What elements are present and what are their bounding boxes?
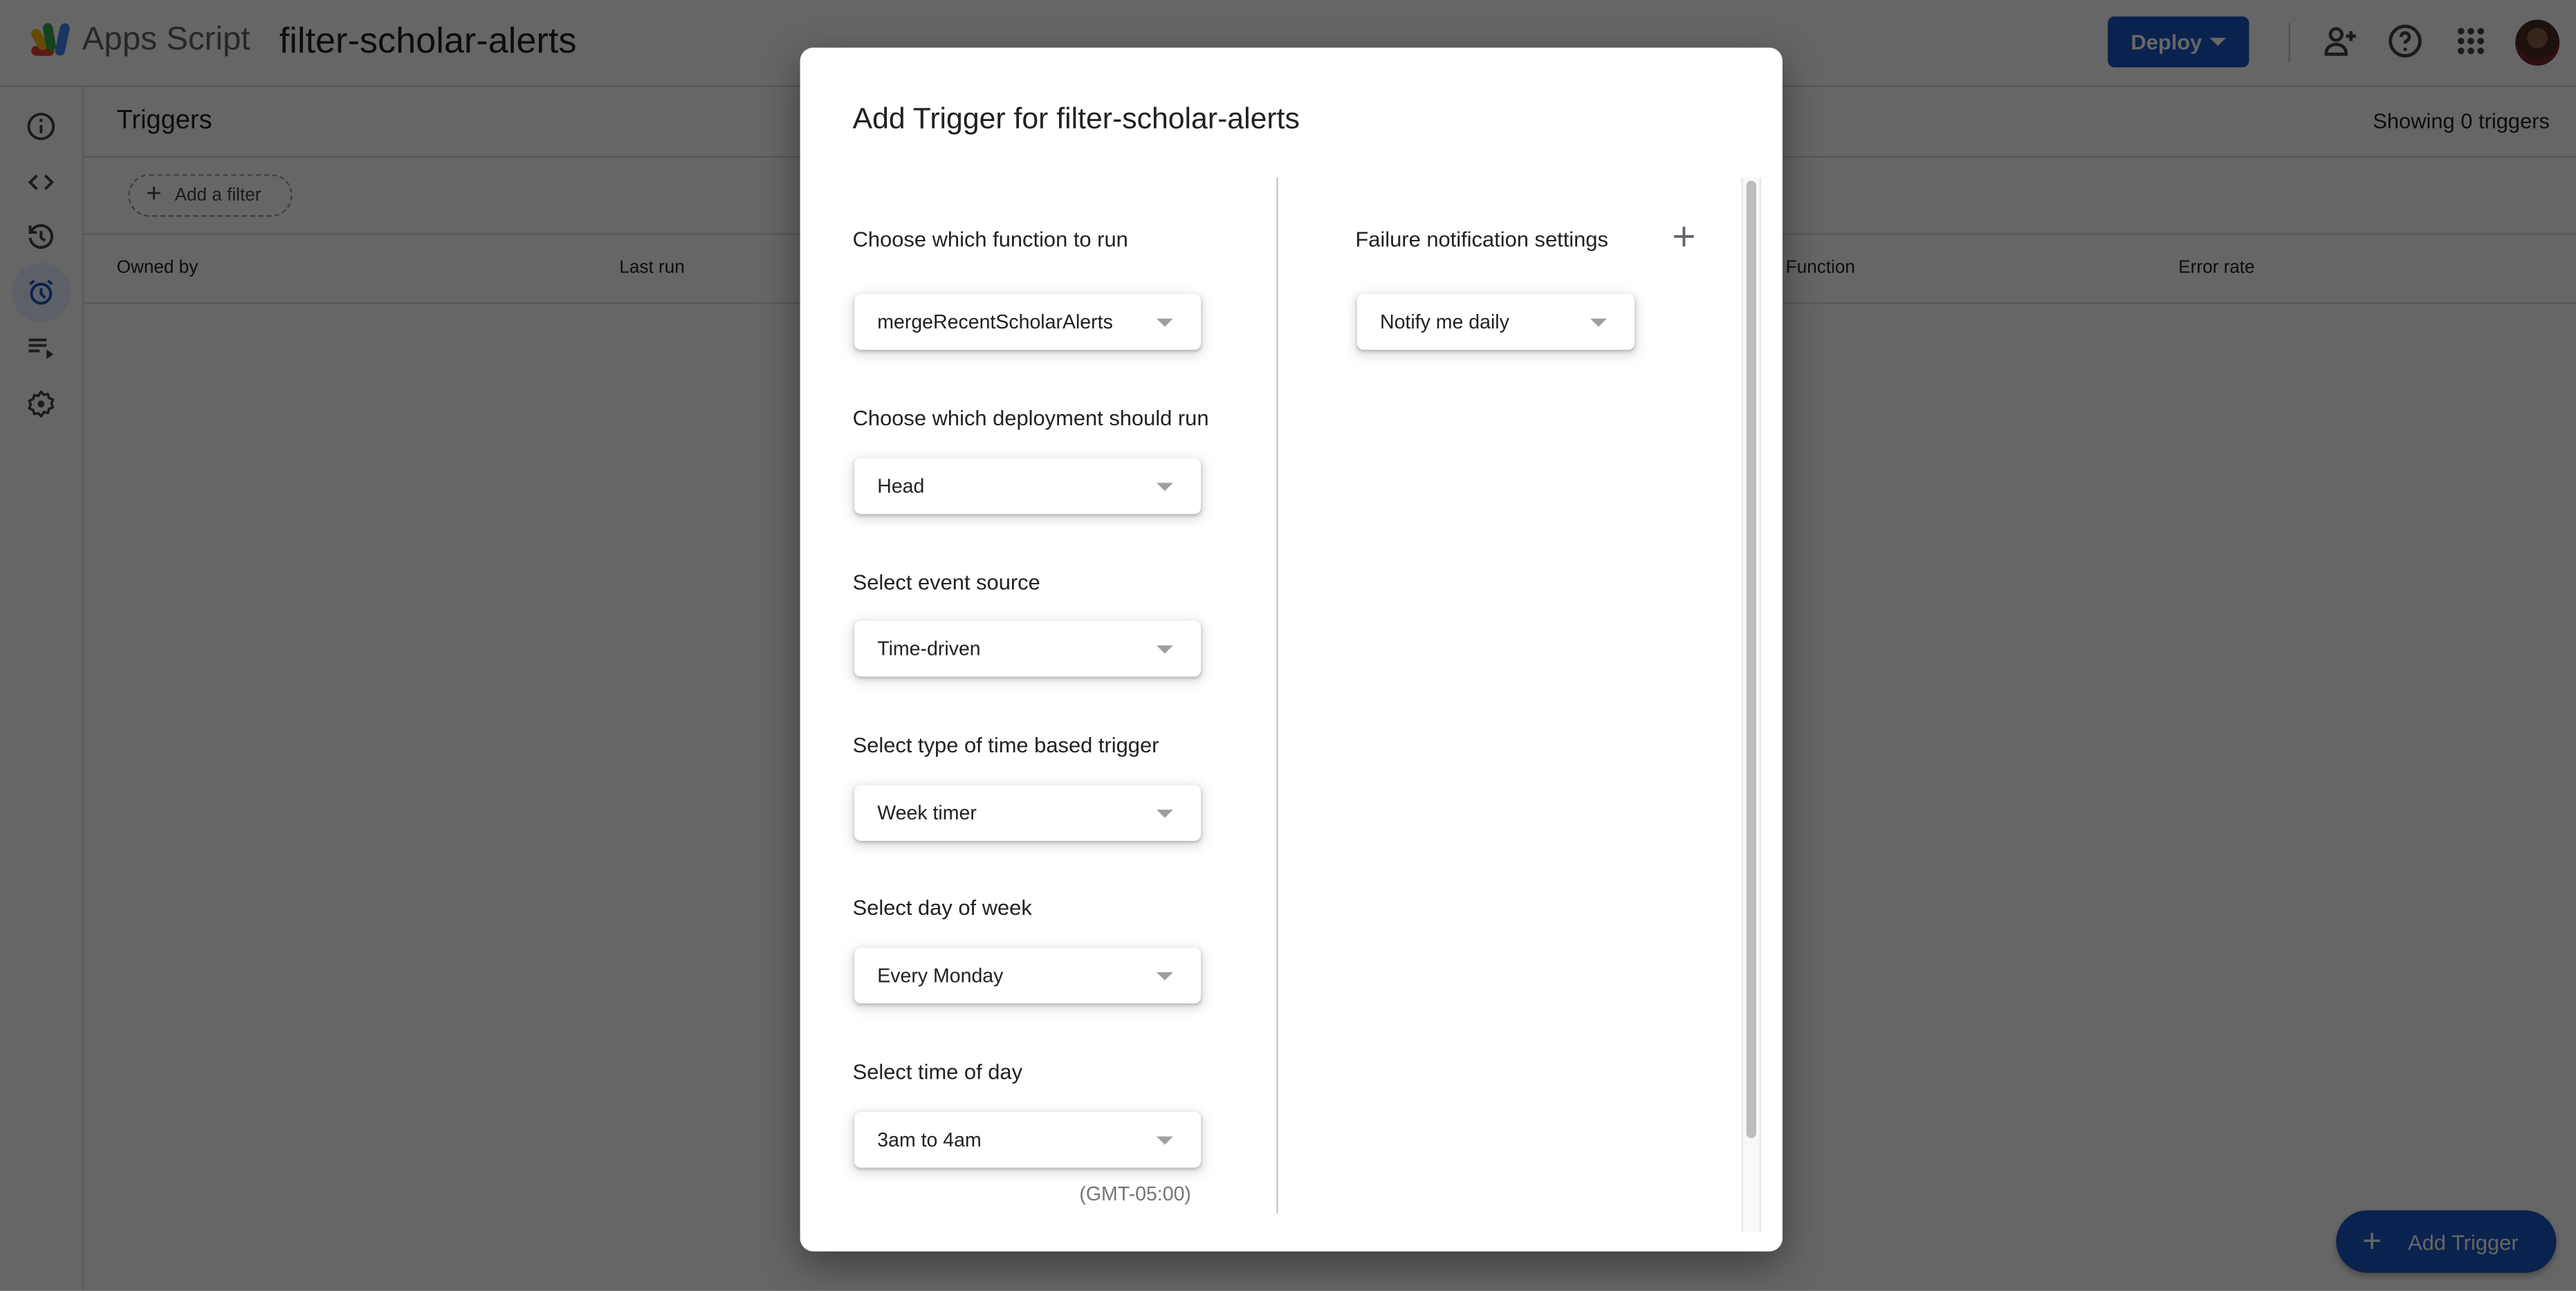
- dropdown-arrow-icon: [1157, 1136, 1173, 1145]
- deployment-select[interactable]: Head: [854, 458, 1202, 514]
- time-trigger-type-label: Select type of time based trigger: [852, 732, 1159, 757]
- dropdown-arrow-icon: [1157, 645, 1173, 654]
- failure-notification-value: Notify me daily: [1380, 310, 1509, 334]
- time-trigger-type-value: Week timer: [877, 801, 977, 825]
- failure-notification-select[interactable]: Notify me daily: [1356, 294, 1635, 350]
- dropdown-arrow-icon: [1157, 483, 1173, 492]
- app-window: Apps Script filter-scholar-alerts Deploy: [0, 0, 2576, 1291]
- timezone-label: (GMT-05:00): [1079, 1182, 1191, 1206]
- time-of-day-label: Select time of day: [852, 1059, 1023, 1084]
- dropdown-arrow-icon: [1590, 318, 1607, 327]
- day-of-week-select[interactable]: Every Monday: [854, 947, 1202, 1004]
- function-select[interactable]: mergeRecentScholarAlerts: [854, 294, 1202, 350]
- dropdown-arrow-icon: [1157, 972, 1173, 981]
- deployment-value: Head: [877, 474, 925, 498]
- event-source-label: Select event source: [852, 570, 1040, 595]
- time-trigger-type-select[interactable]: Week timer: [854, 785, 1202, 841]
- add-notification-plus-icon[interactable]: [1671, 223, 1697, 250]
- dialog-scrollbar[interactable]: [1741, 177, 1761, 1232]
- function-value: mergeRecentScholarAlerts: [877, 310, 1113, 334]
- failure-notification-label: Failure notification settings: [1355, 226, 1608, 252]
- add-trigger-dialog: Add Trigger for filter-scholar-alerts Ch…: [800, 47, 1783, 1252]
- dropdown-arrow-icon: [1157, 809, 1173, 818]
- column-divider: [1276, 177, 1278, 1214]
- function-label: Choose which function to run: [852, 226, 1128, 252]
- time-of-day-value: 3am to 4am: [877, 1128, 982, 1151]
- event-source-value: Time-driven: [877, 637, 981, 660]
- time-of-day-select[interactable]: 3am to 4am: [854, 1111, 1202, 1168]
- dialog-title: Add Trigger for filter-scholar-alerts: [852, 102, 1300, 135]
- scrollbar-thumb[interactable]: [1746, 180, 1756, 1138]
- event-source-select[interactable]: Time-driven: [854, 620, 1202, 677]
- deployment-label: Choose which deployment should run: [852, 405, 1209, 431]
- day-of-week-value: Every Monday: [877, 964, 1004, 987]
- day-of-week-label: Select day of week: [852, 895, 1032, 920]
- dropdown-arrow-icon: [1157, 318, 1173, 327]
